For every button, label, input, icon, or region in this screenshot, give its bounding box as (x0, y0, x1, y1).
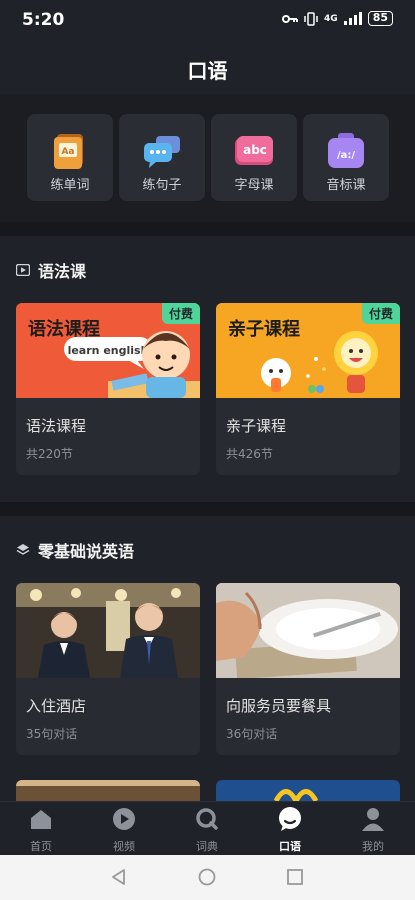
app-header: 口语 (0, 40, 415, 94)
svg-text:/a:/: /a:/ (337, 150, 355, 161)
video-icon (113, 808, 135, 830)
status-bar: 5:20 4G 85 (0, 0, 415, 40)
tab-profile-label: 我的 (362, 840, 384, 853)
svg-text:Aa: Aa (61, 147, 74, 157)
chat-bubble-icon (144, 136, 180, 168)
page-title: 口语 (187, 59, 228, 83)
grammar-course-thumbnail: 语法课程 learn english 付费 (16, 303, 200, 398)
zero-basics-section: 零基础说英语 入住酒店 35句对话 向服务员要餐具 36句对话 (0, 516, 415, 801)
grammar-section: 语法课 语法课程 learn english 付费 语法课程 共220节 亲子课… (0, 236, 415, 502)
svg-text:learn english: learn english (68, 344, 149, 357)
svg-text:abc: abc (243, 143, 267, 157)
quick-entries: Aa 练单词 练句子 abc 字母课 /a:/ 音标课 (0, 94, 415, 222)
signal-icon (343, 12, 362, 25)
ask-tableware-count: 36句对话 (226, 727, 278, 741)
home-icon (31, 810, 51, 829)
recents-icon[interactable] (286, 868, 304, 886)
phonetic-icon: /a:/ (328, 133, 364, 168)
vibrate-icon (304, 11, 318, 26)
quick-sentences-button[interactable]: 练句子 (119, 114, 205, 201)
next-card-peek[interactable] (16, 780, 200, 801)
network-type: 4G (324, 13, 338, 24)
grammar-section-header: 语法课 (16, 258, 86, 282)
tab-profile[interactable]: 我的 (343, 806, 403, 854)
hotel-checkin-count: 35句对话 (26, 727, 78, 741)
tab-dictionary-label: 词典 (196, 840, 218, 853)
key-icon (282, 14, 299, 23)
ask-tableware-card[interactable]: 向服务员要餐具 36句对话 (216, 583, 400, 755)
zero-basics-section-title: 零基础说英语 (38, 542, 135, 561)
grammar-course-count: 共220节 (26, 447, 73, 461)
quick-sentences-label: 练句子 (142, 178, 182, 193)
quick-alphabet-label: 字母课 (234, 178, 274, 193)
parent-child-course-title: 亲子课程 (226, 417, 287, 435)
hotel-checkin-card[interactable]: 入住酒店 35句对话 (16, 583, 200, 755)
plate-and-cash-image (216, 583, 400, 678)
speech-icon (279, 807, 301, 831)
play-square-icon (16, 264, 30, 276)
hotel-checkin-title: 入住酒店 (26, 697, 87, 715)
next-card-peek[interactable] (216, 780, 400, 801)
parent-child-course-thumbnail: 亲子课程 付费 (216, 303, 400, 398)
status-time: 5:20 (22, 10, 65, 30)
system-nav-bar (0, 855, 415, 900)
ask-tableware-thumbnail (216, 583, 400, 678)
quick-phonetics-label: 音标课 (326, 178, 366, 193)
grammar-course-card[interactable]: 语法课程 learn english 付费 语法课程 共220节 (16, 303, 200, 475)
status-icons: 4G 85 (282, 11, 393, 26)
tab-video[interactable]: 视频 (94, 806, 154, 854)
flashcard-icon: Aa (54, 134, 83, 169)
tab-video-label: 视频 (113, 840, 135, 853)
profile-icon (362, 808, 384, 831)
layers-icon (16, 544, 30, 555)
zero-basics-section-header: 零基础说英语 (16, 538, 134, 562)
tab-dictionary[interactable]: 词典 (177, 806, 237, 854)
quick-phonetics-button[interactable]: /a:/ 音标课 (303, 114, 389, 201)
abc-icon: abc (235, 136, 273, 165)
parent-child-course-count: 共426节 (226, 447, 273, 461)
arch-logo-icon (273, 789, 319, 801)
quick-alphabet-button[interactable]: abc 字母课 (211, 114, 297, 201)
ask-tableware-title: 向服务员要餐具 (226, 697, 332, 715)
back-icon[interactable] (110, 868, 128, 886)
quick-words-button[interactable]: Aa 练单词 (27, 114, 113, 201)
home-circle-icon[interactable] (198, 868, 216, 886)
dictionary-icon (196, 808, 218, 830)
grammar-course-title: 语法课程 (26, 417, 87, 435)
bottom-tab-bar: 首页 视频 词典 口语 我的 (0, 801, 415, 855)
tab-home[interactable]: 首页 (11, 806, 71, 854)
battery-indicator: 85 (367, 11, 393, 26)
tab-speaking-label: 口语 (279, 840, 301, 853)
quick-words-label: 练单词 (50, 178, 90, 193)
parent-child-course-card[interactable]: 亲子课程 付费 亲子课程 共426节 (216, 303, 400, 475)
paid-badge: 付费 (361, 303, 400, 324)
tab-home-label: 首页 (30, 840, 52, 853)
tab-speaking[interactable]: 口语 (260, 806, 320, 854)
grammar-section-title: 语法课 (38, 262, 87, 281)
paid-badge: 付费 (161, 303, 200, 324)
business-people-image (16, 583, 200, 678)
hotel-checkin-thumbnail (16, 583, 200, 678)
